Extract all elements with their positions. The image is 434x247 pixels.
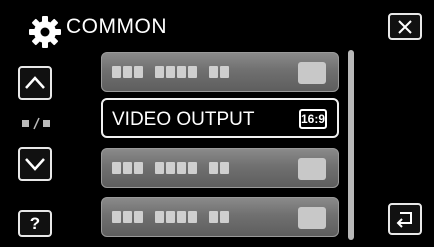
scrollbar[interactable] [348,50,354,240]
back-button[interactable] [388,203,422,235]
value-chip [298,62,326,84]
value-chip [298,207,326,229]
menu-item-1[interactable] [101,52,339,92]
placeholder-text [112,211,229,223]
close-icon [398,19,412,34]
value-chip [298,158,326,180]
aspect-ratio-badge: 16:9 [299,109,327,129]
close-button[interactable] [388,13,422,40]
help-label: ? [29,213,41,233]
scroll-down-button[interactable] [18,147,52,181]
placeholder-text [112,162,229,174]
help-button[interactable]: ? [18,210,52,237]
scroll-up-button[interactable] [18,66,52,100]
chevron-up-icon [25,76,45,89]
placeholder-text [112,66,229,78]
menu-item-3[interactable] [101,148,339,188]
gear-icon [29,16,61,48]
menu-item-video-output[interactable]: VIDEO OUTPUT 16:9 [101,98,339,138]
chevron-down-icon [25,158,45,171]
page-title: COMMON [66,15,167,38]
page-indicator [20,117,54,131]
menu-item-label: VIDEO OUTPUT [112,109,255,130]
return-icon [396,212,412,228]
menu-item-4[interactable] [101,197,339,237]
